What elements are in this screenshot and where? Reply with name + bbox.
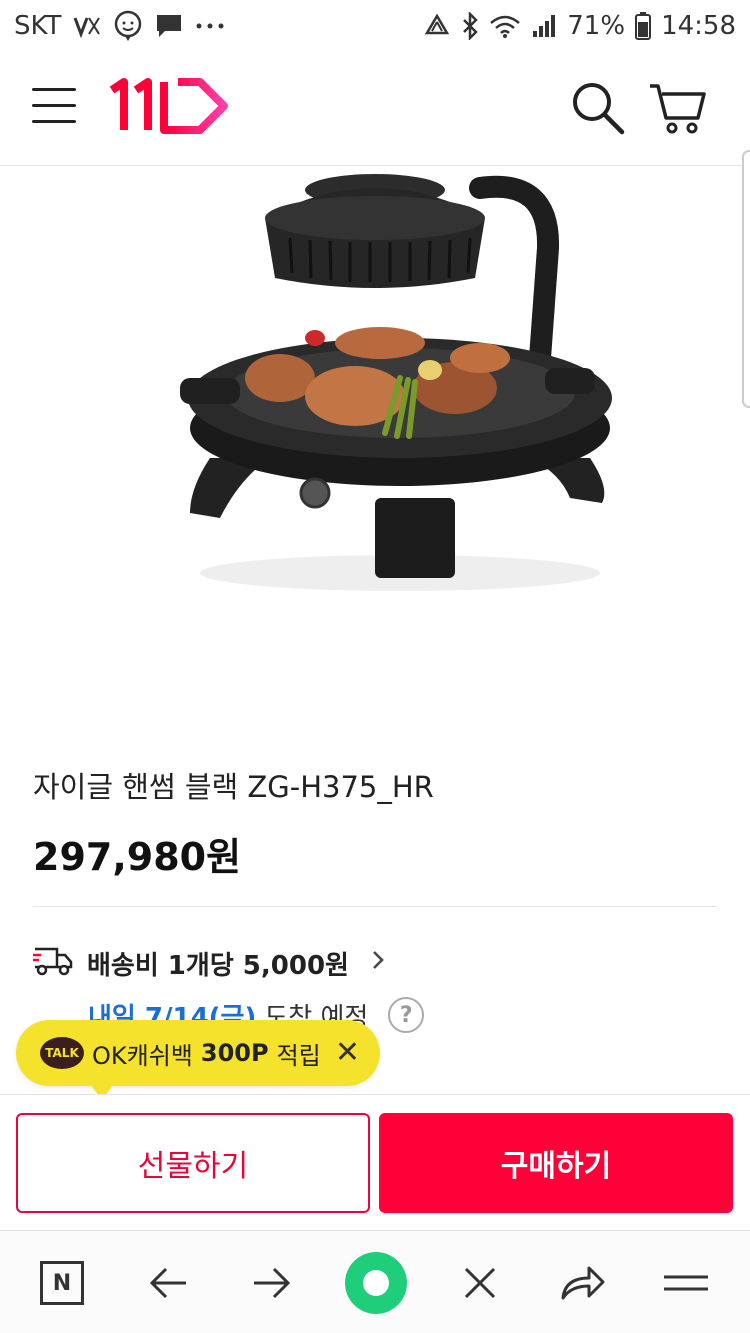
volte-icon [73, 14, 101, 38]
product-image[interactable] [150, 168, 650, 598]
kakao-talk-icon: TALK [40, 1037, 84, 1069]
forward-arrow-icon[interactable] [242, 1253, 302, 1313]
scroll-handle[interactable] [742, 150, 750, 408]
home-button[interactable] [344, 1251, 408, 1315]
chevron-right-icon [371, 948, 385, 978]
11st-logo[interactable] [108, 76, 232, 138]
clock: 14:58 [661, 11, 736, 41]
browser-nav-bar: N [0, 1230, 750, 1333]
purchase-action-bar: 선물하기 구매하기 [0, 1094, 750, 1230]
gift-button[interactable]: 선물하기 [16, 1113, 370, 1213]
shipping-fee-text: 배송비 1개당 5,000원 [87, 950, 349, 981]
status-right: 71% 14:58 [423, 11, 736, 41]
share-icon[interactable] [553, 1253, 613, 1313]
truck-icon [33, 945, 73, 981]
carrier-label: SKT [14, 11, 62, 41]
naver-n-icon: N [40, 1261, 84, 1305]
battery-icon [635, 12, 652, 40]
product-price: 297,980원 [33, 835, 242, 879]
more-notifications-icon [195, 21, 225, 31]
status-left: SKT [14, 10, 225, 42]
close-icon[interactable]: ✕ [335, 1038, 360, 1068]
hamburger-menu-icon[interactable] [30, 82, 78, 130]
naver-n-button[interactable]: N [32, 1253, 92, 1313]
menu-lines-icon[interactable] [656, 1253, 716, 1313]
close-tab-icon[interactable] [450, 1253, 510, 1313]
message-icon [155, 13, 183, 39]
face-badge-icon [113, 10, 143, 42]
search-icon[interactable] [570, 80, 626, 136]
kakao-tooltip-points: 300P [200, 1039, 269, 1067]
product-title: 자이글 핸썸 블랙 ZG-H375_HR [33, 770, 434, 804]
kakao-tooltip-prefix: OK캐쉬백 [92, 1041, 193, 1070]
buy-button[interactable]: 구매하기 [379, 1113, 733, 1213]
battery-percent: 71% [567, 11, 626, 41]
kakao-tooltip-suffix: 적립 [276, 1041, 321, 1070]
wifi-icon [489, 13, 521, 39]
status-bar: SKT 71% 14:58 [0, 0, 750, 52]
back-arrow-icon[interactable] [138, 1253, 198, 1313]
divider [33, 906, 717, 907]
bluetooth-icon [461, 12, 479, 40]
green-dot-icon [345, 1252, 407, 1314]
cart-icon[interactable] [648, 80, 708, 136]
shipping-fee-row[interactable]: 배송비 1개당 5,000원 [33, 940, 385, 986]
kakao-cashback-tooltip[interactable]: TALK OK캐쉬백 300P 적립 ✕ [16, 1020, 380, 1100]
app-header [0, 52, 750, 166]
signal-icon [531, 13, 557, 39]
help-icon[interactable]: ? [388, 997, 425, 1033]
recycle-icon [423, 13, 451, 39]
